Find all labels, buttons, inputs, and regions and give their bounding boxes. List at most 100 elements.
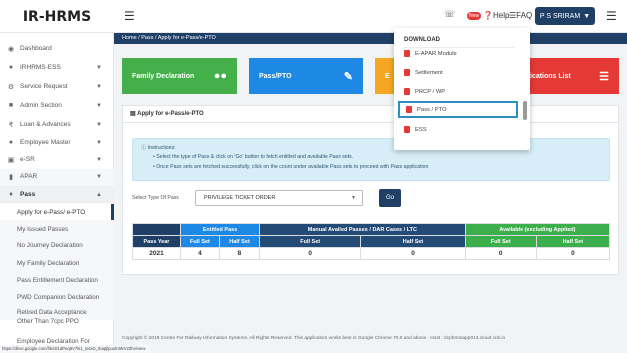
pdf-icon bbox=[404, 126, 410, 133]
instruction-line: • Select the type of Pass & click on 'Go… bbox=[153, 154, 354, 160]
chevron-down-icon: ▼ bbox=[96, 121, 102, 128]
chevron-down-icon: ▼ bbox=[96, 156, 102, 163]
dropdown-item-prcp-wp[interactable]: PRCP / WP bbox=[398, 83, 518, 100]
pdf-icon bbox=[404, 88, 410, 95]
admin-icon: ■ bbox=[8, 102, 14, 109]
sidebar-sub-no-journey[interactable]: No Journey Declaration bbox=[0, 237, 114, 253]
dropdown-item-settlement[interactable]: Settlement bbox=[398, 64, 518, 81]
right-menu-icon[interactable]: ☰ bbox=[606, 9, 617, 23]
header-half-set: Half Set bbox=[535, 235, 611, 248]
breadcrumb-home[interactable]: Home bbox=[122, 35, 137, 41]
help-icon: ❓ bbox=[483, 11, 493, 20]
instruction-text: Select the type of Pass & click on 'Go' … bbox=[156, 154, 354, 160]
sidebar-item-admin-section[interactable]: ■ Admin Section ▼ bbox=[0, 97, 114, 114]
dropdown-scrollbar[interactable] bbox=[523, 101, 527, 120]
breadcrumb-pass[interactable]: Pass bbox=[141, 35, 153, 41]
chevron-down-icon: ▼ bbox=[96, 102, 102, 109]
sidebar-item-apar[interactable]: ▮ APAR ▼ bbox=[0, 168, 114, 185]
header-entitled: Entitled Pass bbox=[179, 223, 261, 236]
breadcrumb-current: Apply for e-Pass/e-PTO bbox=[157, 35, 216, 41]
chevron-down-icon: ▼ bbox=[96, 83, 102, 90]
sidebar-item-irhrms-ess[interactable]: ● IRHRMS-ESS ▼ bbox=[0, 59, 114, 76]
go-button[interactable]: Go bbox=[379, 189, 401, 207]
sidebar-item-service-request[interactable]: ⚙ Service Request ▼ bbox=[0, 78, 114, 95]
tile-label: E bbox=[385, 72, 390, 80]
sidebar-sub-issued-passes[interactable]: My Issued Passes bbox=[0, 221, 114, 237]
top-bar: IR-HRMS ☰ ☏ New ❓Help ☰FAQ P S SRIRAM ▼ ☰ bbox=[0, 0, 627, 33]
dropdown-item-label: PRCP / WP bbox=[415, 88, 446, 95]
pass-type-select[interactable]: PRIVILEGE TICKET ORDER ▼ bbox=[195, 190, 363, 206]
help-link[interactable]: ❓Help bbox=[483, 11, 509, 20]
faq-label: FAQ bbox=[516, 11, 533, 20]
sidebar-item-label: IRHRMS-ESS bbox=[20, 64, 61, 71]
rupee-icon: ₹ bbox=[8, 121, 14, 129]
breadcrumb-sep: / bbox=[155, 35, 157, 41]
tile-e[interactable]: E bbox=[375, 58, 395, 94]
header-full-set: Full Set bbox=[180, 235, 220, 248]
header-full-set: Full Set bbox=[259, 235, 362, 248]
sidebar-item-loan-advances[interactable]: ₹ Loan & Advances ▼ bbox=[0, 116, 114, 133]
faq-link[interactable]: ☰FAQ bbox=[509, 11, 532, 20]
chevron-down-icon: ▼ bbox=[96, 173, 102, 180]
sidebar-item-label: Admin Section bbox=[20, 102, 62, 109]
cell-pass-year: 2021 bbox=[132, 247, 181, 260]
cell-available-half[interactable]: 0 bbox=[535, 247, 611, 260]
gauge-icon: ◉ bbox=[7, 45, 15, 53]
sidebar-sub-pass-entitlement[interactable]: Pass Entitlement Declaration bbox=[0, 272, 114, 288]
sidebar-item-label: e-SR bbox=[20, 156, 35, 163]
sidebar-item-label: Loan & Advances bbox=[20, 121, 71, 128]
dropdown-item-label: E-APAR Module bbox=[415, 50, 457, 57]
dropdown-item-label: ESS bbox=[415, 126, 427, 133]
pdf-icon bbox=[406, 106, 412, 113]
users-icon: ●● bbox=[213, 70, 227, 82]
breadcrumb-sep: / bbox=[138, 35, 140, 41]
user-name: P S SRIRAM bbox=[539, 12, 581, 20]
book-icon: ▣ bbox=[7, 156, 15, 164]
sidebar-sub-family-declaration[interactable]: My Family Declaration bbox=[0, 255, 114, 271]
breadcrumb: Home / Pass / Apply for e-Pass/e-PTO bbox=[122, 34, 216, 43]
dropdown-item-pass-pto[interactable]: Pass / PTO bbox=[398, 101, 518, 118]
cell-available-full[interactable]: 0 bbox=[464, 247, 537, 260]
sidebar-item-employee-master[interactable]: ● Employee Master ▼ bbox=[0, 134, 114, 151]
header-half-set: Half Set bbox=[218, 235, 261, 248]
sidebar-item-label: Service Request bbox=[20, 83, 68, 90]
menu-toggle-icon[interactable]: ☰ bbox=[124, 9, 135, 23]
sidebar-item-label: APAR bbox=[20, 173, 38, 180]
table-row: 2021 4 8 0 0 0 0 bbox=[132, 247, 611, 260]
ticket-icon: ♦ bbox=[9, 191, 13, 198]
sidebar-item-pass[interactable]: ♦ Pass ▲ bbox=[0, 186, 114, 203]
new-badge[interactable]: New bbox=[467, 12, 481, 20]
sidebar-item-label: Pass bbox=[20, 191, 36, 198]
panel-title: ▤ Apply for e-Pass/e-PTO bbox=[130, 110, 204, 117]
sidebar-item-dashboard[interactable]: ◉ Dashboard bbox=[0, 40, 114, 57]
cell-manual-full: 0 bbox=[259, 247, 362, 260]
tile-label: ications List bbox=[530, 72, 571, 80]
status-url: https://drive.google.com/file/d/1dPeq8V7… bbox=[0, 345, 150, 353]
chevron-down-icon: ▼ bbox=[583, 12, 591, 20]
sidebar-sub-pwd-companion[interactable]: PWD Companion Declaration bbox=[0, 289, 114, 305]
sidebar-item-esr[interactable]: ▣ e-SR ▼ bbox=[0, 151, 114, 168]
brand-logo: IR-HRMS bbox=[22, 8, 92, 25]
dropdown-item-eapar[interactable]: E-APAR Module bbox=[398, 45, 518, 62]
user-menu-button[interactable]: P S SRIRAM ▼ bbox=[535, 7, 595, 25]
pass-table: Entitled Pass Manual Availed Passes / DA… bbox=[132, 223, 611, 260]
header-manual-availed: Manual Availed Passes / DAR Cases / LTC bbox=[259, 223, 466, 236]
header-available: Available (excluding Applied) bbox=[464, 223, 611, 236]
pdf-icon bbox=[404, 50, 410, 57]
instructions-title-text: Instructions: bbox=[147, 145, 176, 151]
cell-entitled-full: 4 bbox=[180, 247, 220, 260]
table-corner bbox=[132, 223, 181, 236]
chevron-up-icon: ▲ bbox=[96, 191, 102, 198]
cell-entitled-half: 8 bbox=[218, 247, 261, 260]
phone-icon[interactable]: ☏ bbox=[444, 9, 455, 20]
dropdown-item-ess[interactable]: ESS bbox=[398, 121, 518, 138]
chevron-down-icon: ▼ bbox=[96, 64, 102, 71]
instructions-box: ⓘ Instructions: • Select the type of Pas… bbox=[132, 138, 610, 181]
tile-pass-pto[interactable]: Pass/PTO ✎ bbox=[249, 58, 363, 94]
list-icon: ☰ bbox=[599, 70, 609, 83]
tile-label: Pass/PTO bbox=[259, 72, 292, 80]
sidebar-sub-retired-data[interactable]: Retired Data Acceptance Other Than 7cpc … bbox=[0, 305, 100, 329]
sidebar-sub-apply-epass[interactable]: Apply for e-Pass/ e-PTO bbox=[0, 204, 114, 220]
tile-family-declaration[interactable]: Family Declaration ●● bbox=[122, 58, 237, 94]
download-heading: DOWNLOAD bbox=[404, 37, 440, 43]
